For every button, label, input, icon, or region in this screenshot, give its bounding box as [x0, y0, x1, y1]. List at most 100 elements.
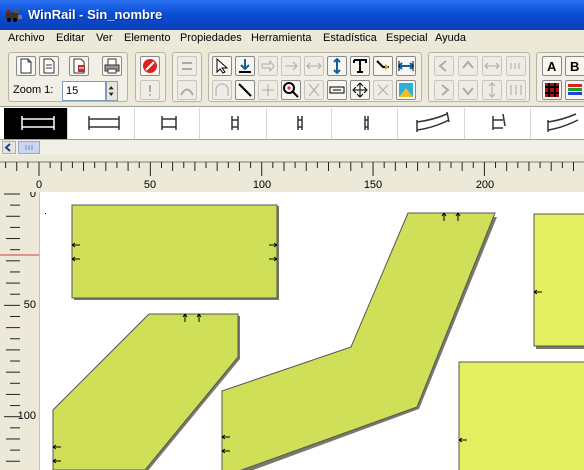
hruler-label-150: 150	[364, 179, 382, 191]
menu-propiedades[interactable]: Propiedades	[180, 32, 242, 44]
vruler-label-0: 0	[30, 192, 36, 200]
straight-track-icon	[364, 116, 369, 130]
cut-button[interactable]	[304, 80, 324, 100]
move-all-icon	[352, 82, 368, 98]
palette-item-straight-mini[interactable]	[268, 108, 332, 139]
toolbar: Zoom 1: 15 A B	[0, 48, 584, 106]
arrow-right-icon	[441, 84, 450, 96]
nav-lines-button[interactable]	[506, 80, 526, 100]
color-fill-icon	[399, 83, 413, 97]
vertical-move-button[interactable]	[327, 56, 347, 76]
menu-ayuda[interactable]: Ayuda	[435, 32, 466, 44]
nav-vertical-button[interactable]	[482, 80, 502, 100]
nav-left-button[interactable]	[434, 56, 454, 76]
zoom-tool-button[interactable]	[281, 80, 301, 100]
svg-text:A: A	[547, 59, 557, 74]
nav-dots-button[interactable]	[506, 56, 526, 76]
text-tool-button[interactable]	[350, 56, 370, 76]
letter-a-icon: A	[547, 59, 557, 74]
scroll-left-button[interactable]	[2, 141, 16, 154]
new-button[interactable]	[16, 56, 36, 76]
straight-track-icon	[161, 116, 177, 130]
menu-archivo[interactable]: Archivo	[8, 32, 45, 44]
rotate-icon	[377, 84, 389, 96]
palette-item-straight-short[interactable]	[136, 108, 200, 139]
split-icon	[285, 61, 298, 71]
layout-canvas[interactable]	[39, 192, 584, 470]
save-button[interactable]	[69, 56, 89, 76]
locomotive-icon	[6, 9, 22, 22]
nav-up-button[interactable]	[458, 56, 478, 76]
menu-herramienta[interactable]: Herramienta	[251, 32, 312, 44]
navigation-group	[428, 52, 530, 102]
menu-especial[interactable]: Especial	[386, 32, 428, 44]
measure-icon	[398, 61, 414, 71]
line-tool-button[interactable]	[235, 80, 255, 100]
dots-icon	[510, 63, 520, 69]
straight-track-icon	[231, 116, 239, 130]
distance-button[interactable]	[327, 80, 347, 100]
palette-item-straight-tiny[interactable]	[203, 108, 267, 139]
print-button[interactable]	[102, 56, 122, 76]
grid-button[interactable]	[542, 80, 562, 100]
nav-both-button[interactable]	[482, 56, 502, 76]
curve-track-icon	[492, 113, 506, 130]
color-fill-button[interactable]	[396, 80, 416, 100]
hruler-label-100: 100	[253, 179, 271, 191]
connect-button[interactable]	[177, 56, 197, 76]
menu-editar[interactable]: Editar	[56, 32, 85, 44]
track-palette	[0, 106, 584, 140]
layers-button[interactable]	[565, 80, 584, 100]
measure-button[interactable]	[396, 56, 416, 76]
rotate-button[interactable]	[373, 80, 393, 100]
stop-icon	[143, 59, 157, 73]
move-all-button[interactable]	[350, 80, 370, 100]
baseboard-piece[interactable]	[71, 204, 278, 299]
menu-bar: Archivo Editar Ver Elemento Propiedades …	[0, 30, 584, 48]
save-icon	[73, 58, 85, 74]
disabled-toolbar-group	[172, 52, 202, 102]
letter-b-button[interactable]: B	[565, 56, 584, 76]
tunnel-button[interactable]	[212, 80, 232, 100]
palette-item-curve-partial[interactable]	[532, 108, 584, 139]
curve-tool-button[interactable]	[373, 56, 393, 76]
open-button[interactable]	[39, 56, 59, 76]
baseboard-piece[interactable]	[458, 361, 584, 470]
move-button[interactable]	[304, 56, 324, 76]
menu-ver[interactable]: Ver	[96, 32, 113, 44]
palette-item-straight-micro[interactable]	[334, 108, 398, 139]
arrow-both-icon	[484, 62, 500, 70]
palette-scrollbar[interactable]	[0, 140, 584, 155]
warning-button[interactable]	[140, 80, 160, 100]
menu-estadistica[interactable]: Estadística	[323, 32, 377, 44]
menu-elemento[interactable]: Elemento	[124, 32, 170, 44]
palette-item-curve-small[interactable]	[467, 108, 531, 139]
hruler-label-200: 200	[476, 179, 494, 191]
zoom-input[interactable]	[62, 81, 106, 101]
palette-item-straight-long[interactable]	[4, 108, 68, 139]
straight-track-icon	[21, 116, 55, 130]
palette-item-straight-medium[interactable]	[71, 108, 135, 139]
nav-right-button[interactable]	[434, 80, 454, 100]
scroll-thumb[interactable]	[18, 141, 40, 154]
baseboard-piece[interactable]	[533, 213, 584, 347]
horizontal-ruler: 0 50 100 150 200	[0, 159, 584, 192]
letter-a-button[interactable]: A	[542, 56, 562, 76]
nav-down-button[interactable]	[458, 80, 478, 100]
split-button[interactable]	[281, 56, 301, 76]
distance-icon	[329, 86, 345, 94]
join-button[interactable]	[258, 56, 278, 76]
cross-button[interactable]	[258, 80, 278, 100]
zoom-stepper[interactable]	[106, 81, 118, 101]
lines-icon	[510, 85, 522, 95]
insert-track-button[interactable]	[235, 56, 255, 76]
curve-icon	[376, 60, 389, 70]
palette-item-curve-large[interactable]	[401, 108, 465, 139]
layers-icon	[568, 84, 582, 95]
stop-button[interactable]	[140, 56, 160, 76]
stop-toolbar-group	[135, 52, 166, 102]
select-tool-button[interactable]	[212, 56, 232, 76]
bridge-button[interactable]	[177, 80, 197, 100]
curve-track-icon	[416, 111, 450, 132]
bridge-icon	[180, 88, 194, 96]
